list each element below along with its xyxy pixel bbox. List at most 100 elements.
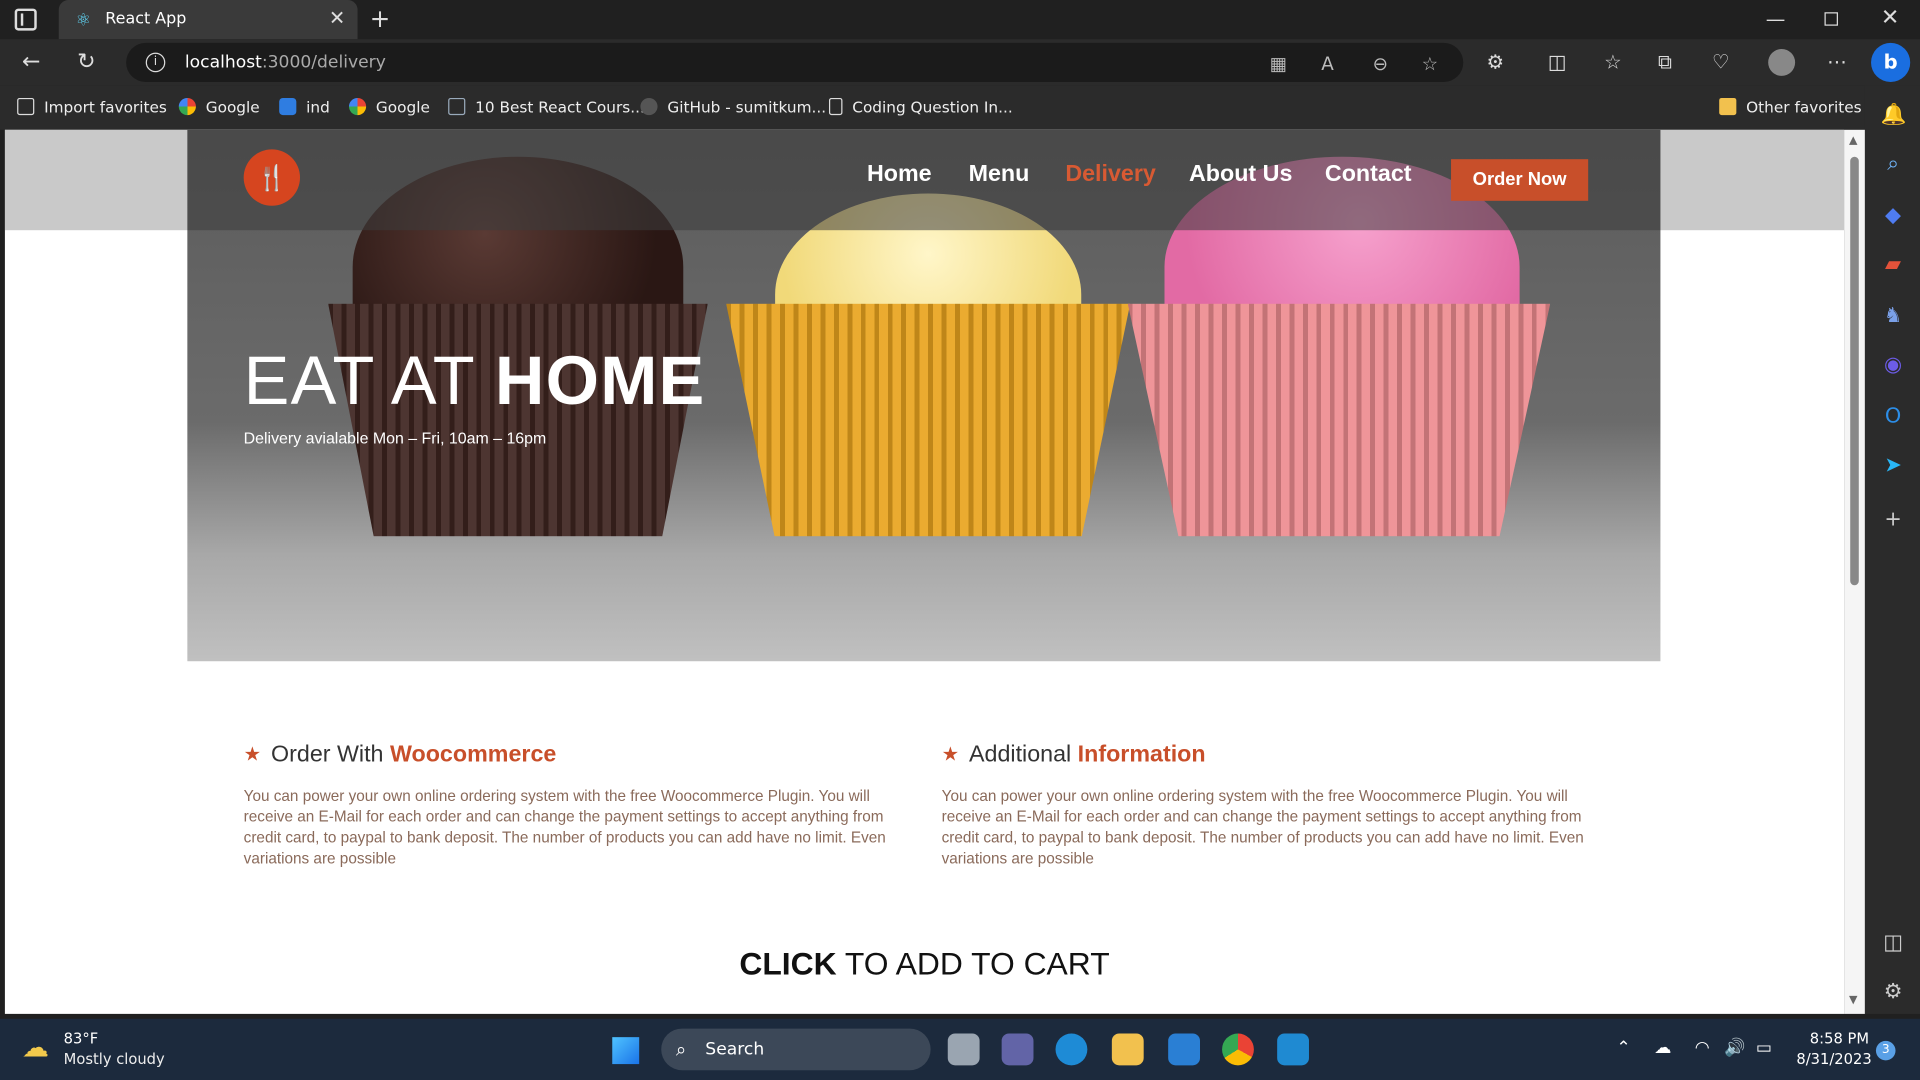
other-favorites-label: Other favorites	[1746, 97, 1862, 117]
back-arrow-icon[interactable]: ←	[22, 49, 40, 75]
vanilla-cupcake-image	[726, 193, 1131, 537]
tools-icon[interactable]: ▰	[1881, 252, 1905, 276]
favorite-label: Google	[375, 97, 430, 117]
favorite-label: GitHub - sumitkum...	[667, 97, 827, 117]
hero-title-light: EAT AT	[243, 341, 495, 419]
url-host: localhost	[184, 52, 262, 73]
favorite-react-courses[interactable]: 10 Best React Cours...	[448, 97, 645, 117]
read-aloud-icon[interactable]: A	[1321, 53, 1334, 75]
volume-icon[interactable]: 🔊	[1724, 1038, 1745, 1058]
section-title: ★ Order With Woocommerce	[244, 742, 911, 769]
favorites-icon[interactable]: ☆	[1604, 50, 1622, 73]
refresh-icon[interactable]: ↻	[77, 49, 95, 75]
profile-avatar[interactable]	[1768, 48, 1796, 76]
scroll-down-icon[interactable]: ▼	[1849, 994, 1857, 1006]
outlook-icon[interactable]: O	[1881, 404, 1905, 428]
react-favicon-icon: ⚛	[75, 11, 91, 31]
extensions-icon[interactable]: ⚙	[1487, 50, 1505, 73]
section-title-light: Order With	[271, 742, 390, 768]
url-text[interactable]: localhost:3000/delivery	[185, 53, 386, 73]
nav-contact[interactable]: Contact	[1325, 162, 1412, 189]
restaurant-logo-icon[interactable]: 🍴	[243, 149, 301, 206]
hero-title-bold: HOME	[494, 341, 706, 419]
scroll-up-icon[interactable]: ▲	[1849, 135, 1857, 147]
weather-cloud-icon[interactable]: ☁	[22, 1033, 49, 1064]
notifications-bell-icon[interactable]: 🔔	[1881, 103, 1907, 127]
favorite-label: 10 Best React Cours...	[475, 97, 645, 117]
nav-menu[interactable]: Menu	[969, 162, 1030, 189]
order-now-button[interactable]: Order Now	[1451, 159, 1589, 201]
favorite-star-icon[interactable]: ☆	[1422, 53, 1438, 75]
favorite-ind[interactable]: ind	[279, 97, 330, 116]
weather-temp[interactable]: 83°F	[64, 1030, 98, 1047]
github-icon	[640, 97, 658, 116]
favorite-coding-question[interactable]: Coding Question In...	[828, 97, 1013, 116]
windows-start-icon[interactable]	[612, 1037, 640, 1065]
favorite-google[interactable]: Google	[178, 97, 260, 116]
battery-icon[interactable]: ▭	[1756, 1038, 1772, 1058]
clock-date[interactable]: 8/31/2023	[1796, 1051, 1871, 1068]
browser-essentials-icon[interactable]: ♡	[1712, 50, 1730, 73]
onedrive-icon[interactable]: ☁	[1654, 1038, 1671, 1058]
hide-sidebar-icon[interactable]: ◫	[1881, 931, 1905, 955]
vscode-icon[interactable]	[1277, 1033, 1309, 1066]
shopping-tag-icon[interactable]: ◆	[1881, 203, 1905, 227]
s-icon	[279, 97, 297, 116]
other-favorites[interactable]: Other favorites	[1719, 97, 1862, 117]
more-menu-icon[interactable]: ⋯	[1827, 50, 1847, 73]
page-viewport: 🍴 Home Menu Delivery About Us Contact Or…	[4, 129, 1845, 1014]
games-icon[interactable]: ♞	[1881, 304, 1905, 328]
nav-about-us[interactable]: About Us	[1189, 162, 1292, 189]
url-path: :3000/delivery	[261, 52, 386, 73]
chrome-icon[interactable]	[1222, 1033, 1254, 1066]
task-view-icon[interactable]	[947, 1033, 980, 1066]
import-icon	[17, 97, 35, 116]
weather-status[interactable]: Mostly cloudy	[64, 1051, 165, 1068]
course-icon	[448, 97, 466, 116]
nav-home[interactable]: Home	[867, 162, 932, 189]
window-close-icon[interactable]: ✕	[1881, 5, 1899, 31]
copilot-icon[interactable]: ◉	[1881, 353, 1905, 377]
favorite-google-2[interactable]: Google	[348, 97, 430, 117]
site-info-icon[interactable]: i	[145, 52, 166, 73]
taskbar-search[interactable]: ⌕ Search	[661, 1028, 931, 1071]
new-tab-icon[interactable]: +	[370, 4, 391, 33]
maximize-icon[interactable]	[1824, 12, 1838, 26]
bing-copilot-icon[interactable]: b	[1871, 42, 1911, 83]
favorite-github[interactable]: GitHub - sumitkum...	[640, 97, 827, 117]
star-icon: ★	[243, 744, 262, 766]
browser-toolbar: ← ↻ i localhost:3000/delivery ▦ A ⊖ ☆ ⚙ …	[0, 39, 1920, 86]
page-icon	[828, 97, 843, 116]
notification-count-badge[interactable]: 3	[1875, 1040, 1896, 1061]
scroll-thumb[interactable]	[1850, 156, 1859, 586]
tab-close-icon[interactable]: ✕	[329, 6, 345, 29]
add-sidebar-app-icon[interactable]: +	[1881, 507, 1905, 531]
favorite-import[interactable]: Import favorites	[17, 97, 167, 117]
sidebar-settings-icon[interactable]: ⚙	[1881, 980, 1905, 1004]
section-title-bold: Information	[1077, 742, 1206, 768]
minimize-icon[interactable]: —	[1766, 7, 1786, 30]
wifi-icon[interactable]: ◠	[1695, 1038, 1710, 1058]
search-icon[interactable]: ⌕	[1881, 152, 1905, 176]
star-icon: ★	[941, 744, 960, 766]
clock-time[interactable]: 8:58 PM	[1810, 1030, 1869, 1047]
google-icon	[348, 97, 367, 116]
page-scrollbar[interactable]: ▲ ▼	[1844, 129, 1865, 1014]
address-bar[interactable]: i localhost:3000/delivery ▦ A ⊖ ☆	[126, 42, 1464, 83]
browser-tab[interactable]: ⚛ React App ✕	[58, 0, 358, 40]
favorite-label: Import favorites	[44, 97, 167, 117]
section-additional-info: ★ Additional Information You can power yo…	[942, 742, 1609, 869]
tray-overflow-icon[interactable]: ⌃	[1616, 1038, 1630, 1058]
favorites-bar: Import favorites Google ind Google 10 Be…	[0, 85, 1920, 130]
edge-browser-icon[interactable]	[1055, 1033, 1088, 1066]
nav-delivery[interactable]: Delivery	[1065, 162, 1156, 189]
file-explorer-icon[interactable]	[1111, 1033, 1144, 1066]
tab-actions-icon[interactable]	[14, 8, 37, 31]
mail-icon[interactable]	[1168, 1033, 1201, 1066]
collections-icon[interactable]: ⧉	[1658, 50, 1672, 74]
zoom-out-icon[interactable]: ⊖	[1373, 53, 1388, 75]
teams-chat-icon[interactable]	[1001, 1033, 1034, 1066]
app-available-icon[interactable]: ▦	[1270, 53, 1287, 75]
send-icon[interactable]: ➤	[1881, 453, 1905, 477]
split-screen-icon[interactable]: ◫	[1548, 50, 1567, 73]
